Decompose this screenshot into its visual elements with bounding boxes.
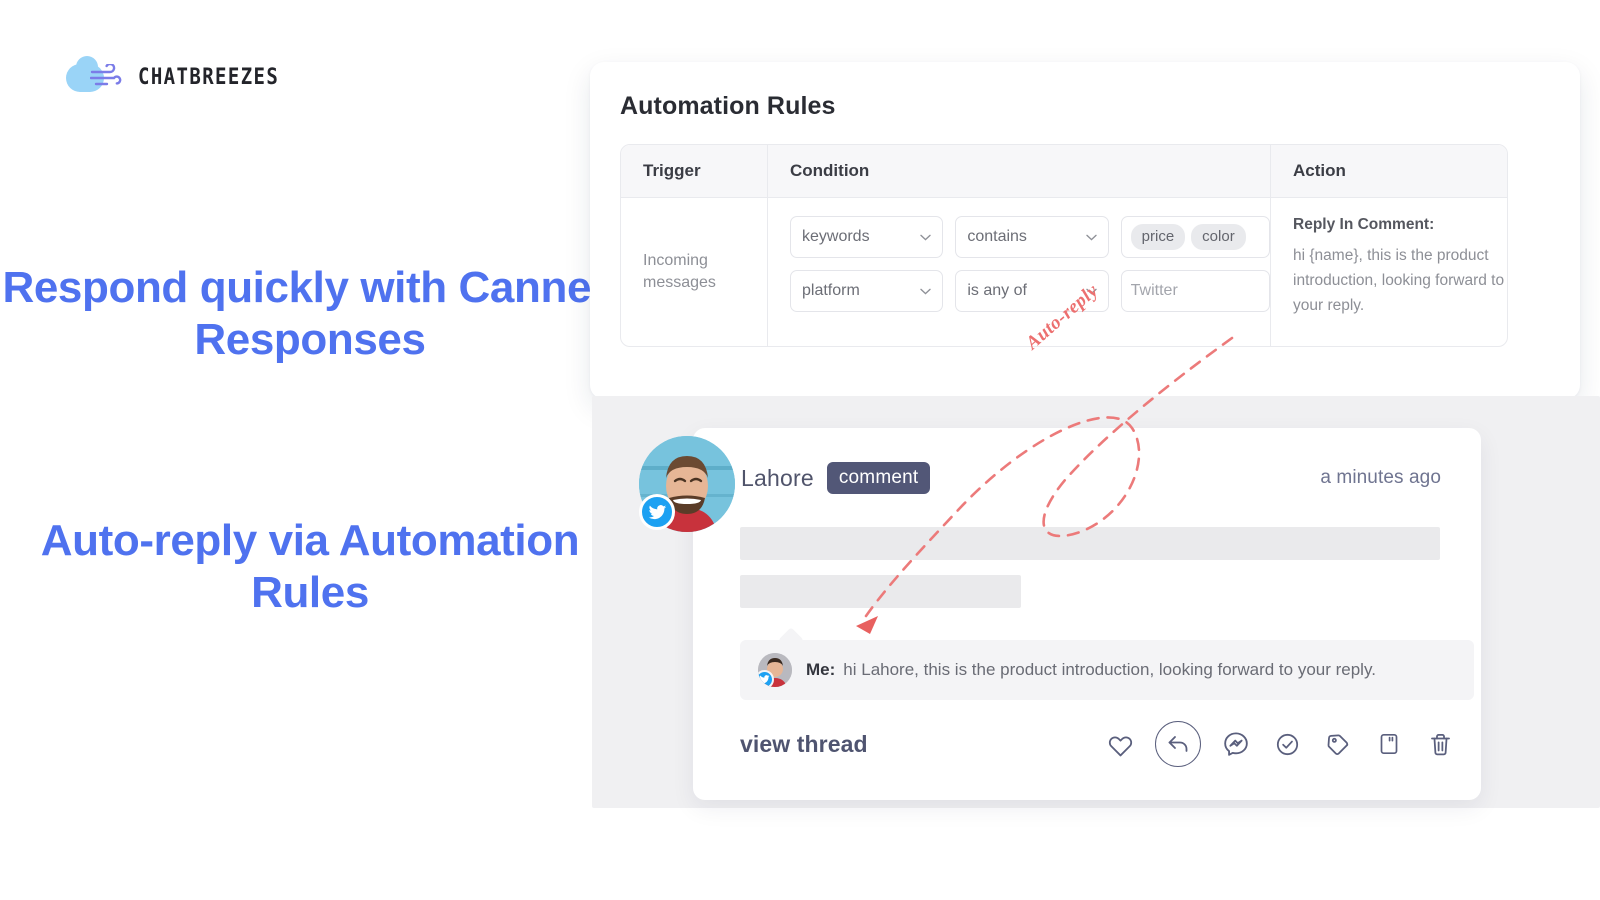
trigger-cell: Incoming messages [643,252,716,291]
keyword-chips-input[interactable]: price color [1120,216,1270,258]
field-select-platform[interactable]: platform [790,270,944,312]
avatar [639,436,735,532]
condition-row-2: platform is any of Twitter [790,270,1270,312]
reply-text: hi Lahore, this is the product introduct… [843,660,1376,679]
field-select-keywords-label: keywords [802,228,870,245]
reply-avatar [758,653,792,687]
headline-primary: Respond quickly with Canned Responses [2,263,618,364]
chevron-down-icon [1085,234,1097,241]
column-header-action: Action [1270,145,1507,197]
field-select-platform-label: platform [802,282,860,299]
cloud-wind-icon [66,56,126,96]
twitter-icon [758,670,774,687]
messenger-icon[interactable] [1220,728,1252,760]
chevron-down-icon [920,288,932,295]
operator-select-contains[interactable]: contains [955,216,1109,258]
comment-text-placeholder-1 [740,527,1440,560]
heart-icon[interactable] [1104,728,1136,760]
condition-row-1: keywords contains price color [790,216,1270,258]
operator-select-is-any-of-label: is any of [967,282,1027,299]
promo-graphic: CHATBREEZES Respond quickly with Canned … [0,0,1600,900]
status-badge: comment [826,462,931,494]
keyword-chip-color[interactable]: color [1191,224,1246,250]
note-icon[interactable] [1373,728,1405,760]
platform-value-input[interactable]: Twitter [1120,270,1270,312]
brand-name: CHATBREEZES [138,64,280,90]
headline-secondary: Auto-reply via Automation Rules [40,516,580,617]
table-header-row: Trigger Condition Action [621,145,1507,198]
twitter-icon [639,494,675,530]
column-header-condition: Condition [767,145,1270,197]
reply-icon[interactable] [1155,721,1201,767]
column-header-trigger: Trigger [643,161,701,180]
comment-author: Lahore [741,464,814,491]
comment-text-placeholder-2 [740,575,1021,608]
reply-sender: Me: [806,660,836,679]
action-cell: Reply In Comment: hi {name}, this is the… [1270,198,1507,346]
comment-timestamp: a minutes ago [1320,467,1441,488]
action-title: Reply In Comment: [1293,216,1435,233]
brand-logo: CHATBREEZES [66,56,280,96]
trash-icon[interactable] [1424,728,1456,760]
field-select-keywords[interactable]: keywords [790,216,944,258]
operator-select-contains-label: contains [967,228,1027,245]
chevron-down-icon [920,234,932,241]
page-title: Automation Rules [620,92,836,120]
keyword-chip-price[interactable]: price [1130,224,1186,250]
action-message: hi {name}, this is the product introduct… [1293,247,1505,315]
view-thread-link[interactable]: view thread [740,731,868,758]
condition-cell: keywords contains price color platform i… [767,198,1270,346]
comment-actions: view thread [740,716,1456,772]
tag-icon[interactable] [1322,728,1354,760]
comment-header: Lahore comment a minutes ago [741,452,1441,504]
check-circle-icon[interactable] [1271,728,1303,760]
auto-reply-bubble: Me: hi Lahore, this is the product intro… [740,640,1474,700]
action-icon-group [1104,721,1456,767]
